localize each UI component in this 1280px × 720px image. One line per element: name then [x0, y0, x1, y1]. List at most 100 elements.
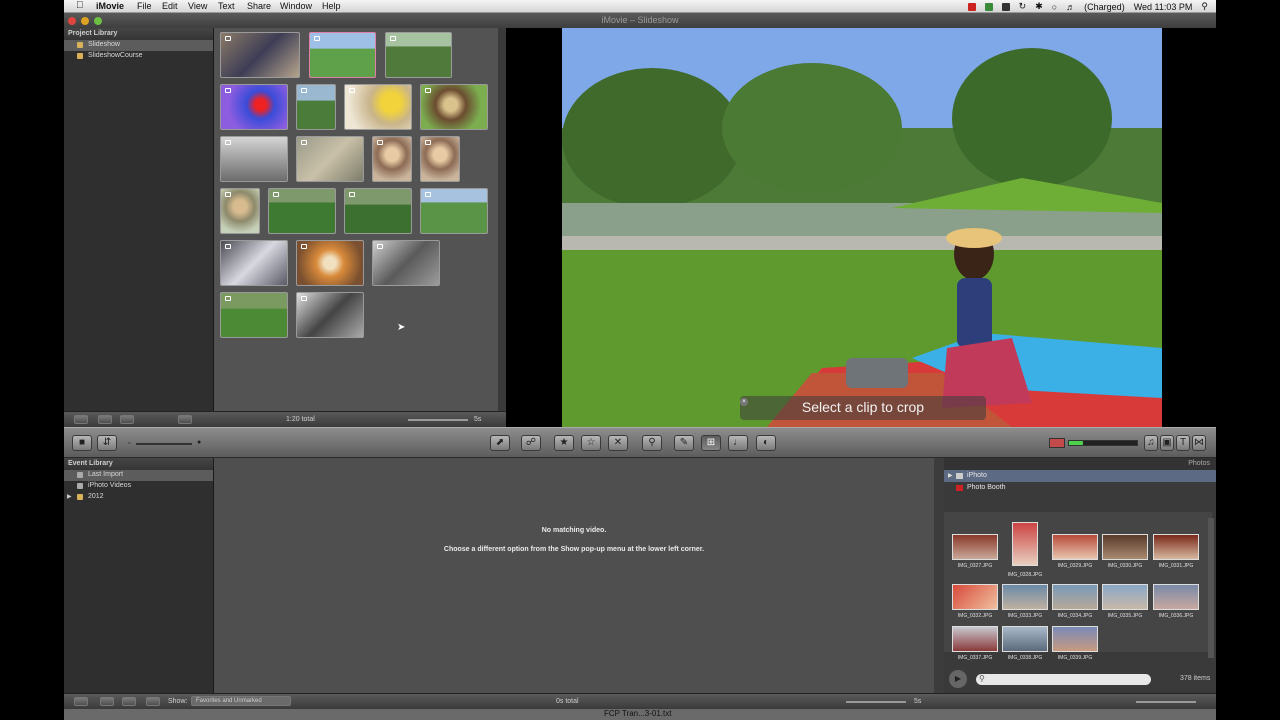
add-project-button[interactable]: [74, 415, 88, 424]
unmark-button[interactable]: ☆: [581, 435, 601, 451]
project-item-slideshowcourse[interactable]: SlideshowCourse: [64, 51, 213, 62]
arrow-tool-button[interactable]: ⬈: [490, 435, 510, 451]
wifi-icon[interactable]: ○: [1052, 2, 1057, 12]
thumbnail-size-slider[interactable]: [408, 419, 468, 421]
mark-favorite-button[interactable]: ★: [554, 435, 574, 451]
project-clip-browser[interactable]: ➤: [214, 28, 498, 411]
time-machine-icon[interactable]: ↻: [1019, 1, 1027, 12]
play-project-button[interactable]: [120, 415, 134, 424]
photo-thumbnail[interactable]: [1052, 626, 1098, 652]
project-clip-thumbnail[interactable]: [296, 292, 364, 338]
close-hint-icon[interactable]: ×: [740, 398, 748, 406]
photo-thumbnail[interactable]: [952, 626, 998, 652]
photo-browser-button[interactable]: ▣: [1160, 435, 1174, 451]
keyword-button[interactable]: ⚲: [642, 435, 662, 451]
photo-thumbnail[interactable]: [952, 534, 998, 560]
apple-menu-icon[interactable]: : [76, 0, 84, 11]
photo-thumbnail[interactable]: [1153, 534, 1199, 560]
disclosure-triangle-icon[interactable]: ▶: [948, 472, 953, 479]
new-project-button[interactable]: [178, 415, 192, 424]
photo-thumbnail[interactable]: [1002, 626, 1048, 652]
show-events-button[interactable]: [74, 697, 88, 706]
project-clip-thumbnail[interactable]: [420, 188, 488, 234]
search-events-button[interactable]: [146, 697, 160, 706]
clip-size-slider[interactable]: [136, 443, 192, 445]
menu-share[interactable]: Share: [247, 1, 271, 11]
project-scrollbar[interactable]: [498, 28, 506, 411]
play-full-project-button[interactable]: [98, 415, 112, 424]
photo-size-slider[interactable]: [1136, 701, 1196, 703]
project-clip-thumbnail[interactable]: [220, 32, 300, 78]
event-item-2012[interactable]: ▶ 2012: [64, 492, 213, 503]
menu-view[interactable]: View: [188, 1, 207, 11]
project-item-slideshow[interactable]: Slideshow: [64, 40, 213, 51]
select-entire-clip-button[interactable]: ☍: [521, 435, 541, 451]
bluetooth-icon[interactable]: ✱: [1035, 1, 1043, 12]
menu-text[interactable]: Text: [218, 1, 235, 11]
menu-window[interactable]: Window: [280, 1, 312, 11]
audio-adjust-button[interactable]: ♩: [728, 435, 748, 451]
project-clip-thumbnail[interactable]: [296, 240, 364, 286]
record-status-icon[interactable]: [967, 2, 976, 11]
sync-status-icon[interactable]: [984, 2, 993, 11]
play-photo-button[interactable]: ▶: [949, 670, 967, 688]
project-clip-thumbnail[interactable]: [385, 32, 452, 78]
menu-clock[interactable]: Wed 11:03 PM: [1134, 2, 1193, 12]
photo-thumbnail[interactable]: [1102, 584, 1148, 610]
source-iphoto[interactable]: ▶ iPhoto: [944, 470, 1216, 482]
volume-icon[interactable]: ♬: [1066, 2, 1075, 12]
project-clip-thumbnail[interactable]: [344, 188, 412, 234]
source-photo-booth[interactable]: Photo Booth: [944, 482, 1216, 494]
dropbox-icon[interactable]: [1001, 2, 1010, 11]
project-clip-thumbnail[interactable]: [420, 84, 488, 130]
project-clip-thumbnail[interactable]: [220, 136, 288, 182]
project-clip-thumbnail[interactable]: [309, 32, 376, 78]
play-event-button[interactable]: [122, 697, 136, 706]
menu-file[interactable]: File: [137, 1, 152, 11]
battery-status[interactable]: (Charged): [1084, 2, 1125, 12]
project-clip-thumbnail[interactable]: [372, 136, 412, 182]
photo-thumbnail[interactable]: [1102, 534, 1148, 560]
color-picker-button[interactable]: ✎: [674, 435, 694, 451]
project-clip-thumbnail[interactable]: [296, 136, 364, 182]
photos-scrollbar[interactable]: [1208, 518, 1214, 658]
show-popup-menu[interactable]: Favorites and Unmarked: [191, 696, 291, 706]
photo-thumbnail[interactable]: [1002, 584, 1048, 610]
swap-panels-button[interactable]: ⇵: [97, 435, 117, 451]
project-clip-thumbnail[interactable]: [220, 84, 288, 130]
photo-thumbnail[interactable]: [1012, 522, 1038, 566]
event-thumbnail-size-slider[interactable]: [846, 701, 906, 703]
background-window-tab[interactable]: FCP Tran...3-01.txt: [604, 709, 671, 718]
photo-thumbnail[interactable]: [1052, 584, 1098, 610]
reject-button[interactable]: ✕: [608, 435, 628, 451]
photo-thumbnail[interactable]: [952, 584, 998, 610]
event-zoom-value[interactable]: 5s: [914, 698, 921, 705]
project-clip-thumbnail[interactable]: [220, 240, 288, 286]
project-clip-thumbnail[interactable]: [344, 84, 412, 130]
music-browser-button[interactable]: ♫: [1144, 435, 1158, 451]
menu-app-name[interactable]: iMovie: [96, 1, 124, 11]
event-item-last-import[interactable]: Last Import: [64, 470, 213, 481]
event-browser[interactable]: No matching video. Choose a different op…: [214, 458, 934, 693]
menu-edit[interactable]: Edit: [162, 1, 178, 11]
project-clip-thumbnail[interactable]: [220, 188, 260, 234]
photo-grid[interactable]: IMG_0327.JPG IMG_0328.JPG IMG_0329.JPG I…: [944, 512, 1212, 661]
project-clip-thumbnail[interactable]: [220, 292, 288, 338]
disclosure-triangle-icon[interactable]: ▶: [67, 493, 72, 500]
event-item-iphoto-videos[interactable]: iPhoto Videos: [64, 481, 213, 492]
project-clip-thumbnail[interactable]: [372, 240, 440, 286]
title-browser-button[interactable]: T: [1176, 435, 1190, 451]
spotlight-search-icon[interactable]: ⚲: [1201, 1, 1208, 12]
photo-thumbnail[interactable]: [1153, 584, 1199, 610]
project-zoom-value[interactable]: 5s: [474, 416, 481, 423]
photos-search-input[interactable]: ⚲: [976, 674, 1151, 685]
event-scrollbar[interactable]: [934, 458, 944, 693]
play-full-event-button[interactable]: [100, 697, 114, 706]
project-clip-thumbnail[interactable]: [296, 84, 336, 130]
photo-thumbnail[interactable]: [1052, 534, 1098, 560]
project-clip-thumbnail[interactable]: [268, 188, 336, 234]
camera-import-button[interactable]: ■: [72, 435, 92, 451]
menu-help[interactable]: Help: [322, 1, 341, 11]
project-clip-thumbnail[interactable]: [420, 136, 460, 182]
inspector-button[interactable]: ◐: [756, 435, 776, 451]
